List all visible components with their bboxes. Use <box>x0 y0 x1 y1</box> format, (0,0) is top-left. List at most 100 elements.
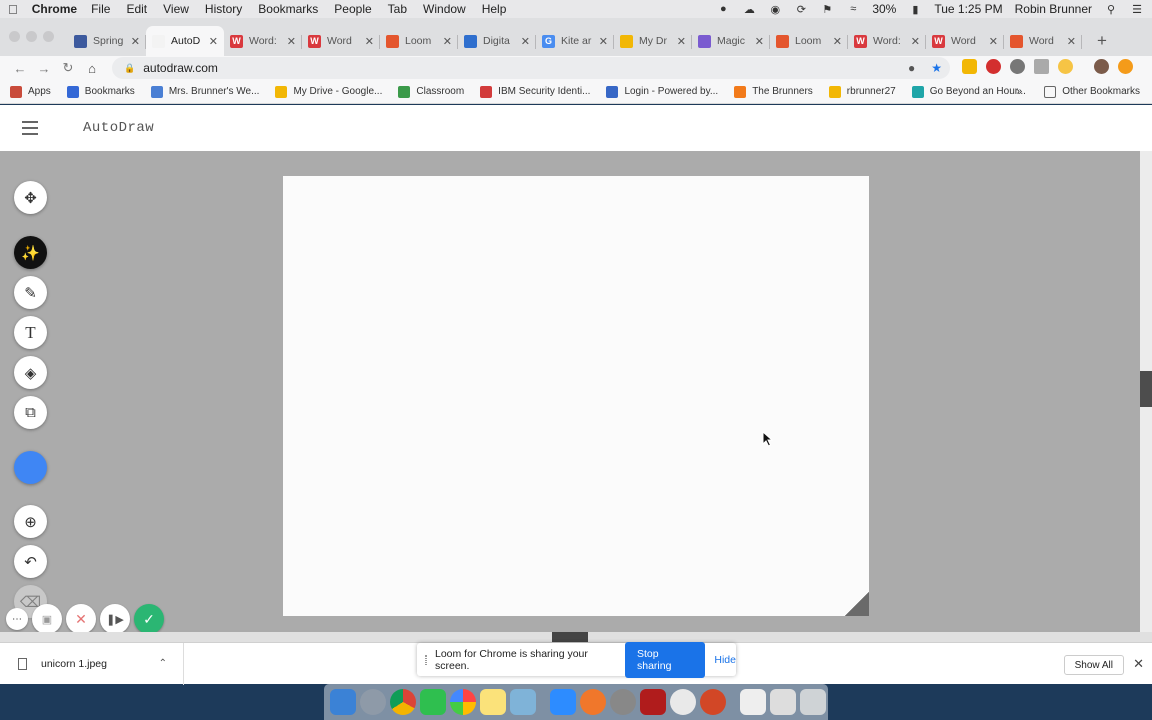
menu-view[interactable]: View <box>163 2 189 16</box>
bookmark-item[interactable]: Login - Powered by... <box>606 85 718 98</box>
close-window-button[interactable] <box>9 31 20 42</box>
drag-grip-icon[interactable] <box>425 654 427 665</box>
profile-avatar[interactable] <box>1094 59 1109 74</box>
bookmark-item[interactable]: Mrs. Brunner's We... <box>150 85 259 98</box>
close-tab-icon[interactable]: ✕ <box>989 35 998 48</box>
launcher-icon[interactable] <box>610 689 636 715</box>
bookmarks-overflow-button[interactable]: » <box>1017 86 1023 97</box>
zoom-app-icon[interactable] <box>550 689 576 715</box>
bookmark-item[interactable]: IBM Security Identi... <box>480 85 590 98</box>
itunes-icon[interactable] <box>670 689 696 715</box>
firefox-icon[interactable] <box>580 689 606 715</box>
bookmark-item[interactable]: Classroom <box>398 85 464 98</box>
lock-icon[interactable]: 🔒 <box>124 63 135 74</box>
chevron-up-icon[interactable]: ⌃ <box>159 658 167 669</box>
close-tab-icon[interactable]: ✕ <box>443 35 452 48</box>
address-bar[interactable]: 🔒 autodraw.com ● ★ <box>112 57 950 79</box>
chrome-icon[interactable] <box>390 689 416 715</box>
hamburger-menu-icon[interactable] <box>22 121 38 135</box>
browser-tab[interactable]: G Kite ar ✕ <box>536 26 614 56</box>
show-all-button[interactable]: Show All <box>1063 655 1124 675</box>
close-tab-icon[interactable]: ✕ <box>599 35 608 48</box>
bookmark-item[interactable]: Apps <box>10 85 51 98</box>
undo-button[interactable]: ↶ <box>14 545 47 578</box>
record-icon[interactable]: ◉ <box>768 3 782 16</box>
facetime-icon[interactable] <box>420 689 446 715</box>
close-tab-icon[interactable]: ✕ <box>521 35 530 48</box>
minimize-window-button[interactable] <box>26 31 37 42</box>
close-tab-icon[interactable]: ✕ <box>131 35 140 48</box>
grid-extension-icon[interactable] <box>1034 59 1049 74</box>
fill-tool-button[interactable]: ◈ <box>14 356 47 389</box>
loom-extension-icon[interactable] <box>1118 59 1133 74</box>
battery-percent[interactable]: 30% <box>872 2 896 16</box>
notification-center-icon[interactable]: ☰ <box>1130 3 1144 16</box>
sync-icon[interactable]: ⟳ <box>794 3 808 16</box>
browser-tab[interactable]: My Dr ✕ <box>614 26 692 56</box>
browser-tab[interactable]: Magic ✕ <box>692 26 770 56</box>
loom-cancel-icon[interactable]: ✕ <box>66 604 96 634</box>
hide-sharing-button[interactable]: Hide <box>714 654 736 666</box>
reload-button[interactable]: ↻ <box>56 60 80 76</box>
home-button[interactable]: ⌂ <box>80 61 104 76</box>
preview-icon[interactable] <box>510 689 536 715</box>
photos-icon[interactable] <box>450 689 476 715</box>
drawing-canvas[interactable] <box>283 176 869 616</box>
document-stack-icon[interactable] <box>740 689 766 715</box>
zoom-tool-button[interactable]: ⊕ <box>14 505 47 538</box>
loom-finish-icon[interactable]: ✓ <box>134 604 164 634</box>
bookmark-item[interactable]: rbrunner27 <box>828 85 896 98</box>
new-tab-button[interactable]: + <box>1088 26 1116 56</box>
microphone-icon[interactable]: ● <box>716 3 730 15</box>
adblock-extension-icon[interactable] <box>986 59 1001 74</box>
finder-icon[interactable] <box>330 689 356 715</box>
menu-app-name[interactable]: Chrome <box>32 2 77 16</box>
shape-tool-button[interactable]: ⧉ <box>14 396 47 429</box>
bookmark-item[interactable]: My Drive - Google... <box>275 85 382 98</box>
mail-stack-icon[interactable] <box>770 689 796 715</box>
browser-tab[interactable]: Digita ✕ <box>458 26 536 56</box>
browser-tab[interactable]: W Word: ✕ <box>848 26 926 56</box>
bookmark-item[interactable]: Go Beyond an Hour... <box>911 85 1026 98</box>
browser-tab[interactable]: AutoD ✕ <box>146 26 224 56</box>
stop-sharing-button[interactable]: Stop sharing <box>624 641 706 678</box>
close-tab-icon[interactable]: ✕ <box>287 35 296 48</box>
wifi-icon[interactable]: ≈ <box>846 3 860 15</box>
menu-edit[interactable]: Edit <box>126 2 147 16</box>
close-tab-icon[interactable]: ✕ <box>755 35 764 48</box>
draw-tool-button[interactable]: ✎ <box>14 276 47 309</box>
menu-tab[interactable]: Tab <box>388 2 407 16</box>
close-tab-icon[interactable]: ✕ <box>1067 35 1076 48</box>
launchpad-icon[interactable] <box>360 689 386 715</box>
download-filename[interactable]: unicorn 1.jpeg <box>41 658 107 670</box>
close-tab-icon[interactable]: ✕ <box>209 35 218 48</box>
acrobat-icon[interactable] <box>640 689 666 715</box>
back-button[interactable]: ← <box>8 61 32 76</box>
canvas-resize-handle[interactable] <box>845 592 869 616</box>
trash-dock-icon[interactable] <box>800 689 826 715</box>
color-picker-button[interactable] <box>14 451 47 484</box>
close-tab-icon[interactable]: ✕ <box>677 35 686 48</box>
forward-button[interactable]: → <box>32 61 56 76</box>
browser-tab[interactable]: W Word: ✕ <box>224 26 302 56</box>
maximize-window-button[interactable] <box>43 31 54 42</box>
menu-window[interactable]: Window <box>423 2 466 16</box>
other-bookmarks-folder[interactable]: Other Bookmarks <box>1044 85 1140 98</box>
loom-pause-icon[interactable]: ❚▶ <box>100 604 130 634</box>
close-tab-icon[interactable]: ✕ <box>365 35 374 48</box>
bookmark-item[interactable]: Bookmarks <box>66 85 135 98</box>
browser-tab[interactable]: Word ✕ <box>1004 26 1082 56</box>
vertical-scrollbar-thumb[interactable] <box>1140 371 1152 407</box>
cloud-icon[interactable]: ☁ <box>742 3 756 16</box>
horizontal-scrollbar-thumb[interactable] <box>552 632 588 642</box>
spotlight-search-icon[interactable]: ⚲ <box>1104 3 1118 16</box>
autodraw-tool-button[interactable]: ✨ <box>14 236 47 269</box>
browser-tab[interactable]: Loom ✕ <box>770 26 848 56</box>
download-item[interactable]: unicorn 1.jpeg ⌃ <box>0 642 184 685</box>
browser-tab[interactable]: Spring ✕ <box>68 26 146 56</box>
user-name[interactable]: Robin Brunner <box>1015 2 1092 16</box>
menu-bookmarks[interactable]: Bookmarks <box>258 2 318 16</box>
battery-icon[interactable]: ▮ <box>908 3 922 16</box>
loom-camera-icon[interactable]: ▣ <box>32 604 62 634</box>
notes-icon[interactable] <box>480 689 506 715</box>
